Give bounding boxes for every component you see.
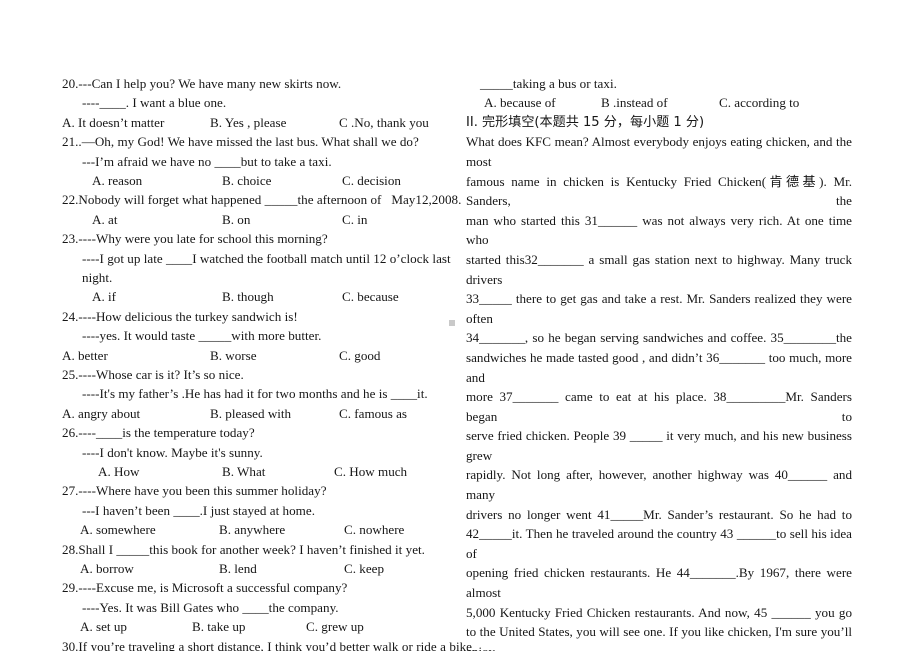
question-29-options: A. set up B. take up C. grew up [62,617,472,636]
passage-line: 34_______, so he began serving sandwiche… [466,330,852,346]
passage-line: 42_____it. Then he traveled around the c… [466,526,852,561]
passage-line: sandwiches he made tasted good , and did… [466,349,852,385]
option-a[interactable]: A. borrow [80,559,134,578]
passage-line: 5,000 Kentucky Fried Chicken restaurants… [466,604,852,620]
option-a[interactable]: A. at [92,210,117,229]
question-23-reply: ----I got up late ____I watched the foot… [82,250,454,286]
question-27-stem: 27.----Where have you been this summer h… [62,483,327,499]
passage-line: famous name in chicken is Kentucky Fried… [466,173,852,209]
passage-line: to the United States, you will see one. … [466,624,852,651]
question-29-stem: 29.----Excuse me, is Microsoft a success… [62,580,348,596]
section-heading-cloze: II. 完形填空(本题共 15 分，每小题 1 分) [466,114,705,130]
question-23-stem: 23.----Why were you late for school this… [62,231,328,247]
question-25-stem: 25.----Whose car is it? It’s so nice. [62,367,244,383]
option-a[interactable]: A. reason [92,171,142,190]
exam-page: 20.---Can I help you? We have many new s… [0,0,920,651]
option-a[interactable]: A. angry about [62,404,140,423]
question-20-reply: ----____. I want a blue one. [82,95,227,111]
option-b[interactable]: B. choice [222,171,271,190]
question-27-options: A. somewhere B. anywhere C. nowhere [62,520,472,539]
option-b[interactable]: B. worse [210,346,257,365]
continuation-line: _____taking a bus or taxi. [480,76,617,91]
question-24-options: A. better B. worse C. good [62,346,472,365]
question-30-options: A. because of B .instead of C. according… [466,93,852,112]
option-a[interactable]: A. somewhere [80,520,156,539]
passage-line: rapidly. Not long after, however, anothe… [466,467,852,503]
scan-artifact-speck [449,320,455,326]
passage-line: man who started this 31______ was not al… [466,212,852,248]
option-b[interactable]: B. on [222,210,250,229]
option-c[interactable]: C. good [339,346,380,365]
option-c[interactable]: C .No, thank you [339,113,429,132]
question-24-reply: ----yes. It would taste _____with more b… [82,328,322,344]
cloze-passage: What does KFC mean? Almost everybody enj… [466,132,852,651]
passage-line: What does KFC mean? Almost everybody enj… [466,134,852,169]
passage-line: 33_____ there to get gas and take a rest… [466,291,852,326]
option-c[interactable]: C. How much [334,462,407,481]
question-21-stem: 21..—Oh, my God! We have missed the last… [62,134,419,150]
option-b[interactable]: B. Yes , please [210,113,286,132]
question-24-stem: 24.----How delicious the turkey sandwich… [62,308,298,324]
question-22-options: A. at B. on C. in [62,210,472,229]
option-a[interactable]: A. set up [80,617,127,636]
option-c[interactable]: C. keep [344,559,384,578]
question-25-reply: ----It's my father’s .He has had it for … [82,386,428,402]
passage-line: opening fried chicken restaurants. He 44… [466,565,852,601]
option-c[interactable]: C. famous as [339,404,407,423]
question-28-stem: 28.Shall I _____this book for another we… [62,541,425,557]
option-a[interactable]: A. How [98,462,139,481]
option-b[interactable]: B. take up [192,617,245,636]
option-b[interactable]: B. pleased with [210,404,291,423]
question-30-stem: 30.If you’re traveling a short distance,… [62,638,472,651]
option-a[interactable]: A. because of [484,93,556,112]
question-22-stem: 22.Nobody will forget what happened ____… [62,192,462,208]
question-26-options: A. How B. What C. How much [62,462,472,481]
question-28-options: A. borrow B. lend C. keep [62,559,472,578]
option-c[interactable]: C. according to [719,93,799,112]
passage-line: started this32_______ a small gas statio… [466,251,852,287]
question-20-options: A. It doesn’t matter B. Yes , please C .… [62,113,472,132]
question-20-stem: 20.---Can I help you? We have many new s… [62,76,342,91]
question-27-reply: ---I haven’t been ____.I just stayed at … [82,502,316,518]
passage-line: serve fried chicken. People 39 _____ it … [466,428,852,463]
option-a[interactable]: A. It doesn’t matter [62,113,164,132]
question-26-reply: ----I don't know. Maybe it's sunny. [82,444,263,460]
question-25-options: A. angry about B. pleased with C. famous… [62,404,472,423]
option-a[interactable]: A. better [62,346,108,365]
option-b[interactable]: B. What [222,462,265,481]
option-c[interactable]: C. decision [342,171,401,190]
option-c[interactable]: C. because [342,287,399,306]
question-23-options: A. if B. though C. because [62,287,472,306]
option-b[interactable]: B. lend [219,559,257,578]
option-b[interactable]: B. anywhere [219,520,285,539]
right-column: _____taking a bus or taxi. A. because of… [466,74,852,651]
question-26-stem: 26.----____is the temperature today? [62,425,255,441]
option-c[interactable]: C. in [342,210,367,229]
left-column: 20.---Can I help you? We have many new s… [62,74,472,651]
passage-line: drivers no longer went 41_____Mr. Sander… [466,506,852,522]
passage-line: more 37_______ came to eat at his place.… [466,389,852,424]
option-c[interactable]: C. grew up [306,617,364,636]
option-b[interactable]: B .instead of [601,93,668,112]
option-b[interactable]: B. though [222,287,274,306]
option-c[interactable]: C. nowhere [344,520,404,539]
question-21-reply: ---I’m afraid we have no ____but to take… [82,153,332,169]
option-a[interactable]: A. if [92,287,116,306]
question-21-options: A. reason B. choice C. decision [62,171,472,190]
question-29-reply: ----Yes. It was Bill Gates who ____the c… [82,599,339,615]
